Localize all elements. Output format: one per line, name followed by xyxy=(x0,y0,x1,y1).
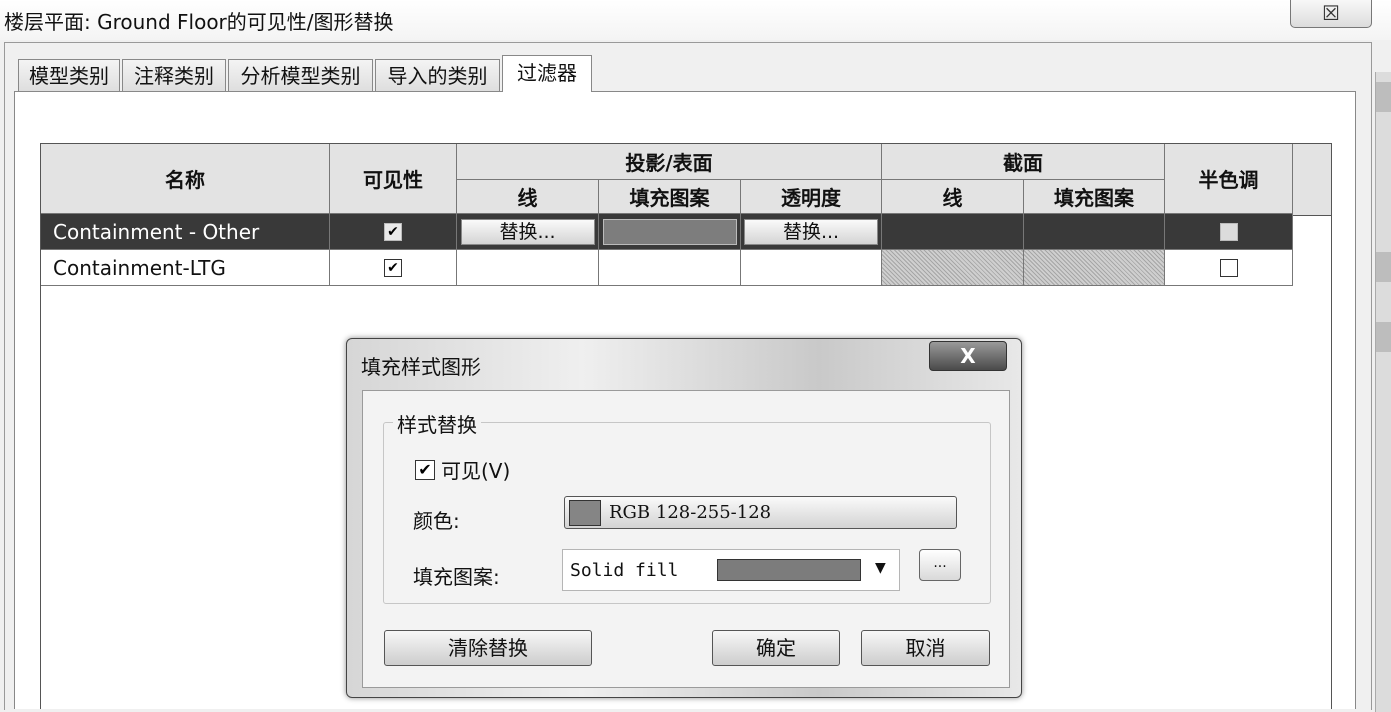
color-swatch xyxy=(569,499,601,526)
visible-checkbox-row[interactable]: ✔ 可见(V) xyxy=(415,455,510,484)
background-window-edge xyxy=(1375,72,1391,712)
row-projection-fill-cell xyxy=(599,214,741,250)
visibility-checkbox[interactable]: ✔ xyxy=(384,222,402,241)
header-projection-transparency[interactable]: 透明度 xyxy=(741,180,882,214)
row-cut-line-cell[interactable] xyxy=(882,250,1024,286)
row-halftone-cell xyxy=(1165,250,1293,286)
row-visibility-cell: ✔ xyxy=(330,214,457,250)
window-title: 楼层平面: Ground Floor的可见性/图形替换 xyxy=(4,10,394,34)
style-override-group-label: 样式替换 xyxy=(393,409,481,438)
tab-filters[interactable]: 过滤器 xyxy=(502,55,592,92)
row-projection-fill-cell[interactable] xyxy=(599,250,741,286)
visibility-graphics-window: 楼层平面: Ground Floor的可见性/图形替换 ☒ 模型类别 注释类别 … xyxy=(0,0,1391,712)
header-cut-line[interactable]: 线 xyxy=(882,180,1024,214)
edge-mark xyxy=(1376,322,1391,352)
fill-pattern-label: 填充图案: xyxy=(413,565,500,589)
header-cut-fill-pattern[interactable]: 填充图案 xyxy=(1024,180,1165,214)
visible-checkbox-label[interactable]: 可见(V) xyxy=(441,455,510,484)
header-visibility[interactable]: 可见性 xyxy=(330,144,457,214)
row-name[interactable]: Containment-LTG xyxy=(41,250,330,286)
edge-mark xyxy=(1376,252,1391,282)
header-projection-surface: 投影/表面 xyxy=(457,144,882,180)
tab-imported-categories[interactable]: 导入的类别 xyxy=(375,59,500,91)
row-cut-fill-cell[interactable] xyxy=(1024,214,1165,250)
window-close-button[interactable]: ☒ xyxy=(1290,0,1372,28)
header-halftone[interactable]: 半色调 xyxy=(1165,144,1293,214)
title-bar: 楼层平面: Ground Floor的可见性/图形替换 ☒ xyxy=(0,0,1391,40)
row-transparency-cell[interactable] xyxy=(741,250,882,286)
visible-checkbox[interactable]: ✔ xyxy=(415,459,435,480)
chevron-down-icon[interactable]: ▼ xyxy=(875,560,886,576)
header-cut: 截面 xyxy=(882,144,1165,180)
tab-model-categories[interactable]: 模型类别 xyxy=(18,59,120,91)
row-halftone-cell xyxy=(1165,214,1293,250)
dialog-close-button[interactable]: X xyxy=(929,341,1007,371)
header-projection-fill-pattern[interactable]: 填充图案 xyxy=(599,180,741,214)
cancel-button[interactable]: 取消 xyxy=(861,630,990,666)
row-cut-fill-cell[interactable] xyxy=(1024,250,1165,286)
dialog-body: 样式替换 ✔ 可见(V) 颜色: RGB 128-255-128 填充图案: S… xyxy=(362,390,1010,688)
projection-line-override-button[interactable]: 替换... xyxy=(460,218,595,245)
halftone-checkbox[interactable] xyxy=(1219,258,1238,277)
row-projection-line-cell: 替换... xyxy=(457,214,599,250)
row-visibility-cell: ✔ xyxy=(330,250,457,286)
header-projection-line[interactable]: 线 xyxy=(457,180,599,214)
row-transparency-cell: 替换... xyxy=(741,214,882,250)
color-label: 颜色: xyxy=(413,509,460,533)
fill-pattern-value: Solid fill xyxy=(570,560,679,581)
clear-override-button[interactable]: 清除替换 xyxy=(384,630,592,666)
fill-pattern-browse-button[interactable]: ... xyxy=(919,549,961,581)
dialog-title: 填充样式图形 xyxy=(361,355,481,379)
grid-header-filler xyxy=(1293,143,1331,216)
ok-button[interactable]: 确定 xyxy=(712,630,840,666)
row-projection-line-cell[interactable] xyxy=(457,250,599,286)
row-name[interactable]: Containment - Other xyxy=(41,214,330,250)
tab-analytical-model-categories[interactable]: 分析模型类别 xyxy=(228,59,373,91)
header-name[interactable]: 名称 xyxy=(41,144,330,214)
fill-pattern-preview xyxy=(717,559,861,581)
transparency-override-button[interactable]: 替换... xyxy=(744,218,878,245)
halftone-checkbox[interactable] xyxy=(1219,222,1238,241)
fill-pattern-dropdown[interactable]: Solid fill ▼ xyxy=(562,549,900,591)
edge-mark xyxy=(1376,82,1391,112)
visibility-checkbox[interactable]: ✔ xyxy=(384,258,402,277)
color-picker-button[interactable]: RGB 128-255-128 xyxy=(564,496,957,529)
row-cut-line-cell[interactable] xyxy=(882,214,1024,250)
color-value: RGB 128-255-128 xyxy=(609,502,772,523)
projection-fill-pattern-swatch[interactable] xyxy=(602,218,737,245)
tab-annotation-categories[interactable]: 注释类别 xyxy=(122,59,226,91)
fill-style-graphics-dialog: 填充样式图形 X 样式替换 ✔ 可见(V) 颜色: RGB 128-255-12… xyxy=(346,338,1022,698)
